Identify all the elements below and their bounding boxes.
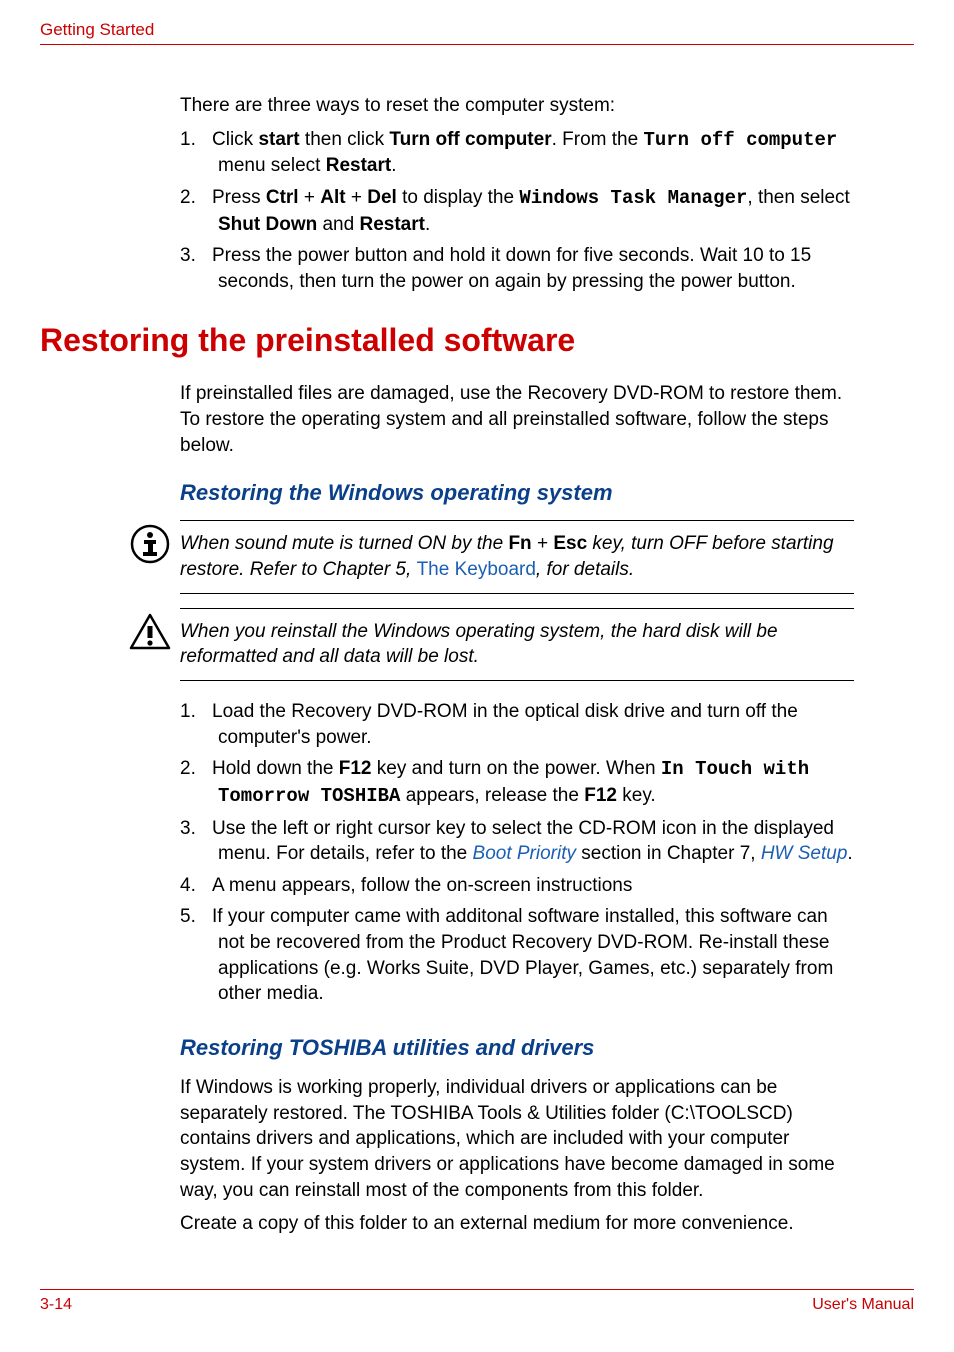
list-number: 2. xyxy=(180,756,212,782)
list-number: 2. xyxy=(180,185,212,211)
list-item: 1.Click start then click Turn off comput… xyxy=(180,127,854,179)
note-text: When sound mute is turned ON by the Fn +… xyxy=(180,520,854,593)
subsection-heading: Restoring TOSHIBA utilities and drivers xyxy=(180,1035,854,1061)
paragraph: If Windows is working properly, individu… xyxy=(180,1075,854,1203)
header-rule xyxy=(40,44,914,45)
list-item: 1.Load the Recovery DVD-ROM in the optic… xyxy=(180,699,854,750)
paragraph: Create a copy of this folder to an exter… xyxy=(180,1211,854,1237)
intro-text: There are three ways to reset the comput… xyxy=(180,93,854,119)
warning-icon xyxy=(120,608,180,652)
section-heading: Restoring the preinstalled software xyxy=(40,322,914,359)
list-number: 4. xyxy=(180,873,212,899)
list-item: 3.Press the power button and hold it dow… xyxy=(180,243,854,294)
page-number: 3-14 xyxy=(40,1296,72,1314)
list-item: 3.Use the left or right cursor key to se… xyxy=(180,816,854,867)
section-intro: If preinstalled files are damaged, use t… xyxy=(180,381,854,458)
subsection-heading: Restoring the Windows operating system xyxy=(180,480,854,506)
keyboard-link[interactable]: The Keyboard xyxy=(417,559,536,580)
manual-label: User's Manual xyxy=(812,1296,914,1314)
list-number: 3. xyxy=(180,243,212,269)
info-icon xyxy=(120,520,180,564)
list-number: 3. xyxy=(180,816,212,842)
footer-rule xyxy=(40,1289,914,1290)
list-item: 2.Press Ctrl + Alt + Del to display the … xyxy=(180,185,854,237)
list-item: 4.A menu appears, follow the on-screen i… xyxy=(180,873,854,899)
boot-priority-link[interactable]: Boot Priority xyxy=(473,843,576,864)
note-text: When you reinstall the Windows operating… xyxy=(180,608,854,681)
warning-note: When you reinstall the Windows operating… xyxy=(120,608,914,681)
page-header: Getting Started xyxy=(40,20,914,40)
reset-methods-list: 1.Click start then click Turn off comput… xyxy=(180,127,854,295)
list-item: 5.If your computer came with additonal s… xyxy=(180,904,854,1007)
hw-setup-link[interactable]: HW Setup xyxy=(761,843,848,864)
list-item: 2.Hold down the F12 key and turn on the … xyxy=(180,756,854,809)
info-note: When sound mute is turned ON by the Fn +… xyxy=(120,520,914,593)
list-number: 5. xyxy=(180,904,212,930)
restore-steps-list: 1.Load the Recovery DVD-ROM in the optic… xyxy=(180,699,854,1007)
list-number: 1. xyxy=(180,699,212,725)
page-footer: 3-14 User's Manual xyxy=(40,1289,914,1314)
list-number: 1. xyxy=(180,127,212,153)
